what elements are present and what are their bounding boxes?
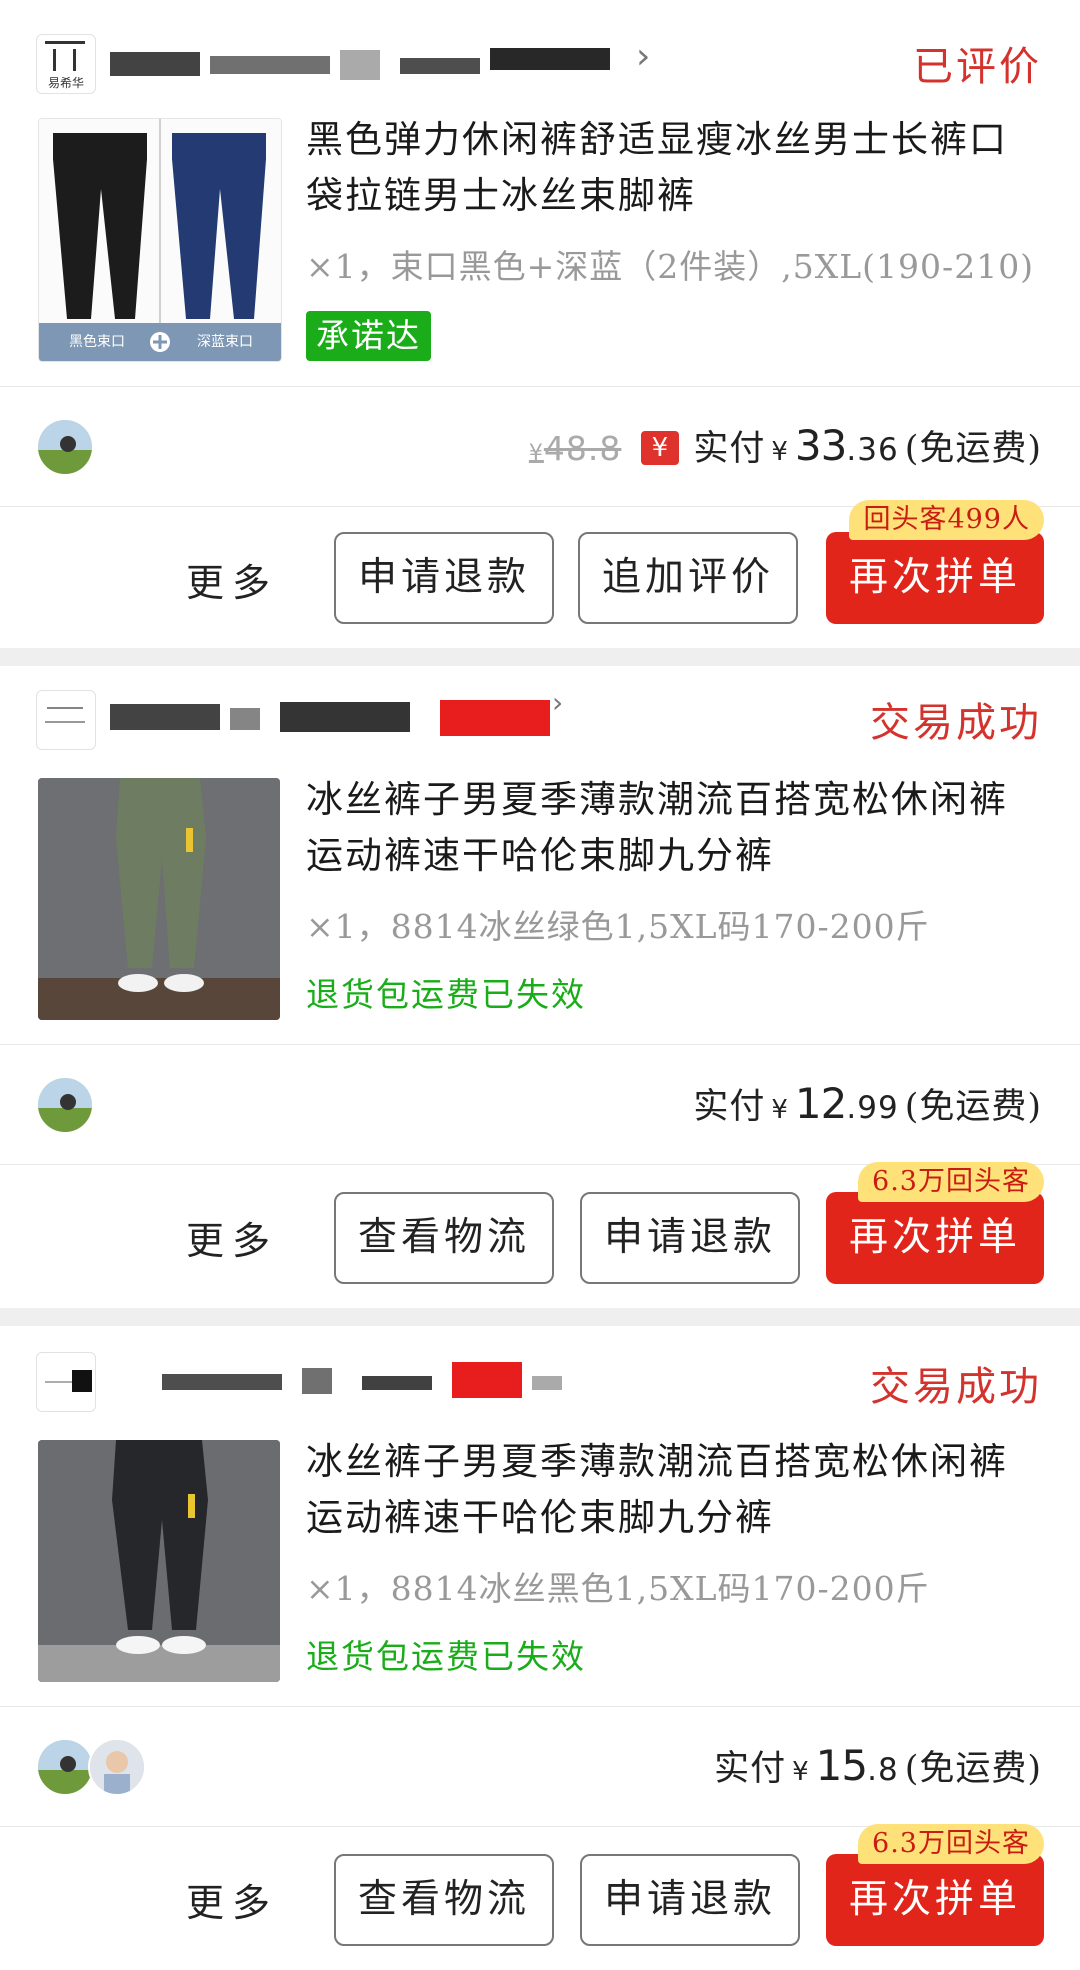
product-title[interactable]: 冰丝裤子男夏季薄款潮流百搭宽松休闲裤运动裤速干哈伦束脚九分裤	[306, 772, 1046, 884]
product-title[interactable]: 冰丝裤子男夏季薄款潮流百搭宽松休闲裤运动裤速干哈伦束脚九分裤	[306, 1434, 1046, 1546]
order-card: 易希华 › 已评价 黑色束口 深蓝束口 黑色弹力休闲裤舒适显瘦冰丝男士长裤口袋拉…	[0, 0, 1080, 643]
shipping-note: (免运费)	[904, 429, 1042, 469]
avatar[interactable]	[38, 420, 92, 474]
shop-logo[interactable]	[36, 690, 96, 750]
thumb-label-left: 黑色束口	[69, 334, 125, 350]
product-spec: ×1，束口黑色+深蓝（2件装）,5XL(190-210)	[306, 247, 1035, 286]
original-price: ¥48.8	[528, 429, 622, 468]
order-card: › 交易成功 冰丝裤子男夏季薄款潮流百搭宽松休闲裤运动裤速干哈伦束脚九分裤 ×1…	[0, 666, 1080, 1306]
shipping-note: (免运费)	[904, 1087, 1042, 1127]
promise-tag: 承诺达	[306, 311, 431, 361]
yen-icon: ¥	[641, 431, 680, 465]
more-button[interactable]: 更多	[186, 1210, 278, 1265]
chevron-right-icon[interactable]: ›	[636, 36, 650, 77]
product-title[interactable]: 黑色弹力休闲裤舒适显瘦冰丝男士长裤口袋拉链男士冰丝束脚裤	[306, 112, 1046, 224]
paid-amount-int: 33	[794, 421, 847, 470]
refund-button[interactable]: 申请退款	[334, 532, 554, 624]
divider	[0, 1706, 1080, 1707]
thumb-label-right: 深蓝束口	[197, 334, 253, 350]
reorder-button[interactable]: 再次拼单	[826, 1854, 1044, 1946]
section-gap	[0, 648, 1080, 666]
currency: ¥	[792, 1757, 810, 1787]
refund-button[interactable]: 申请退款	[580, 1192, 800, 1284]
more-button[interactable]: 更多	[186, 1872, 278, 1927]
shop-name-redacted[interactable]	[72, 1362, 582, 1398]
product-image[interactable]: 黑色束口 深蓝束口	[38, 118, 282, 362]
reorder-button[interactable]: 再次拼单	[826, 1192, 1044, 1284]
repeat-customer-badge: 6.3万回头客	[858, 1824, 1044, 1864]
price-row: ¥48.8 ¥ 实付 ¥33.36 (免运费)	[529, 420, 1042, 471]
divider	[0, 1044, 1080, 1045]
product-spec: ×1，8814冰丝黑色1,5XL码170-200斤	[306, 1569, 930, 1608]
product-image[interactable]	[38, 1440, 280, 1682]
return-shipping-notice: 退货包运费已失效	[306, 1637, 586, 1676]
currency: ¥	[771, 1095, 789, 1125]
pants-image	[38, 778, 280, 1020]
avatar[interactable]	[38, 1740, 92, 1794]
order-status: 交易成功	[870, 1364, 1042, 1410]
shop-logo[interactable]: 易希华	[36, 34, 96, 94]
order-status: 交易成功	[870, 700, 1042, 746]
return-shipping-notice: 退货包运费已失效	[306, 975, 586, 1014]
reorder-button[interactable]: 再次拼单	[826, 532, 1044, 624]
paid-label: 实付	[693, 429, 766, 469]
shop-name-redacted[interactable]	[110, 46, 630, 82]
refund-button[interactable]: 申请退款	[580, 1854, 800, 1946]
paid-amount-int: 15	[815, 1741, 868, 1790]
currency: ¥	[771, 437, 789, 467]
more-button[interactable]: 更多	[186, 552, 278, 607]
repeat-customer-badge: 6.3万回头客	[858, 1162, 1044, 1202]
order-card: 交易成功 冰丝裤子男夏季薄款潮流百搭宽松休闲裤运动裤速干哈伦束脚九分裤 ×1，8…	[0, 1326, 1080, 1970]
paid-label: 实付	[714, 1749, 787, 1789]
paid-amount-int: 12	[794, 1079, 847, 1128]
paid-amount-dec: .8	[867, 1752, 899, 1788]
product-spec: ×1，8814冰丝绿色1,5XL码170-200斤	[306, 907, 930, 946]
price-row: 实付 ¥12.99 (免运费)	[693, 1078, 1042, 1129]
repeat-customer-badge: 回头客499人	[849, 500, 1044, 540]
paid-label: 实付	[693, 1087, 766, 1127]
avatar[interactable]	[38, 1078, 92, 1132]
shop-name-redacted[interactable]	[110, 700, 550, 736]
paid-amount-dec: .36	[846, 432, 899, 468]
view-logistics-button[interactable]: 查看物流	[334, 1192, 554, 1284]
view-logistics-button[interactable]: 查看物流	[334, 1854, 554, 1946]
shop-logo-text: 易希华	[47, 76, 84, 90]
divider	[0, 386, 1080, 387]
order-status: 已评价	[913, 44, 1042, 90]
paid-amount-dec: .99	[846, 1090, 899, 1126]
price-row: 实付 ¥15.8 (免运费)	[714, 1740, 1042, 1791]
avatar[interactable]	[88, 1738, 146, 1796]
pants-image	[39, 119, 281, 361]
section-gap	[0, 1308, 1080, 1326]
chevron-right-icon[interactable]: ›	[552, 686, 563, 719]
product-image[interactable]	[38, 778, 280, 1020]
shipping-note: (免运费)	[904, 1749, 1042, 1789]
add-review-button[interactable]: 追加评价	[578, 532, 798, 624]
pants-image	[38, 1440, 280, 1682]
